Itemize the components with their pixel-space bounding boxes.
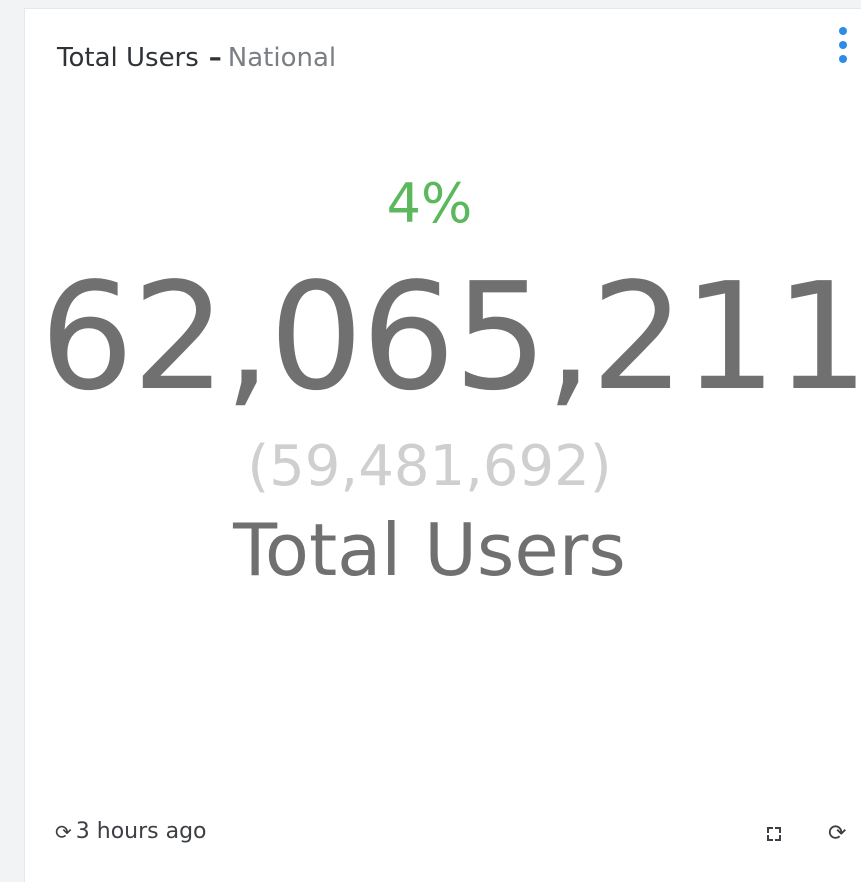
refresh-small-icon[interactable]: ⟳ xyxy=(55,817,72,847)
widget-header: Total Users – National xyxy=(57,42,336,74)
metric-value: 62,065,211 xyxy=(39,251,861,423)
kebab-dot xyxy=(839,55,847,63)
widget-subtitle: National xyxy=(227,43,337,73)
refresh-icon[interactable]: ⟳ xyxy=(828,821,846,847)
last-updated: ⟳ 3 hours ago xyxy=(55,817,207,847)
kebab-menu-icon[interactable] xyxy=(833,25,853,67)
title-separator: – xyxy=(208,43,222,73)
kebab-dot xyxy=(839,41,847,49)
expand-icon[interactable] xyxy=(767,827,781,841)
widget-title: Total Users xyxy=(57,43,199,73)
change-percentage: 4% xyxy=(386,172,473,235)
total-users-widget: Total Users – National 4% 62,065,211 (59,4… xyxy=(24,8,861,882)
kebab-dot xyxy=(839,27,847,35)
last-updated-text: 3 hours ago xyxy=(75,819,207,844)
page: Total Users – National 4% 62,065,211 (59,4… xyxy=(0,0,861,882)
previous-value: (59,481,692) xyxy=(247,434,612,499)
metric-label: Total Users xyxy=(233,508,626,592)
